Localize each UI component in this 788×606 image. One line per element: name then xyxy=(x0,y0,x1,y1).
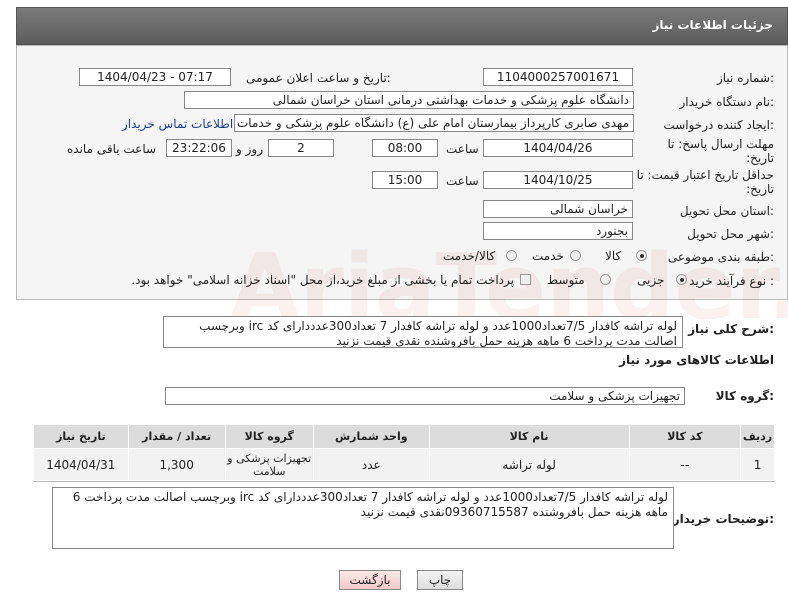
city-field: بجنورد xyxy=(483,222,633,240)
need-number-field: 1104000257001671 xyxy=(483,68,633,86)
category-goods-service-radio[interactable] xyxy=(506,250,517,261)
page-title: جزئیات اطلاعات نیاز xyxy=(652,18,773,32)
cell-group: تجهیزات پزشکی و سلامت xyxy=(224,448,314,481)
th-name: نام کالا xyxy=(428,424,630,449)
purchase-medium-radio[interactable] xyxy=(600,274,611,285)
city-label: شهر محل تحویل: xyxy=(687,227,774,241)
goods-table-header-row: ردیف کد کالا نام کالا واحد شمارش گروه کا… xyxy=(33,424,775,449)
requester-label: ایجاد کننده درخواست: xyxy=(663,118,774,132)
cell-code: -- xyxy=(628,448,742,481)
deadline-label: مهلت ارسال پاسخ: تا تاریخ: xyxy=(667,137,774,165)
th-date: تاریخ نیاز xyxy=(33,424,129,449)
goods-group-label: گروه کالا: xyxy=(715,389,774,403)
description-textarea[interactable]: لوله تراشه کافدار 7/5تعداد1000عدد و لوله… xyxy=(163,316,683,348)
cell-row: 1 xyxy=(740,448,775,481)
validity-label: حداقل تاریخ اعتبار قیمت: تا تاریخ: xyxy=(636,168,774,196)
goods-table: ردیف کد کالا نام کالا واحد شمارش گروه کا… xyxy=(33,424,775,481)
description-label: شرح کلی نیاز: xyxy=(688,322,774,336)
purchase-type-label: نوع فرآیند خرید : xyxy=(689,274,774,288)
th-unit: واحد شمارش xyxy=(312,424,430,449)
announce-label: تاریخ و ساعت اعلان عمومی: xyxy=(246,71,391,85)
th-code: کد کالا xyxy=(628,424,742,449)
deadline-time-label: ساعت xyxy=(446,142,479,156)
announce-field: 1404/04/23 - 07:17 xyxy=(79,68,231,86)
days-label: روز و xyxy=(236,142,263,156)
validity-date-field: 1404/10/25 xyxy=(483,171,633,189)
province-label: استان محل تحویل: xyxy=(679,204,774,218)
deadline-time-field: 08:00 xyxy=(372,139,438,157)
category-service-radio[interactable] xyxy=(570,250,581,261)
need-number-label: شماره نیاز: xyxy=(716,71,774,85)
province-field: خراسان شمالی xyxy=(483,200,633,218)
buyer-notes-label: توضیحات خریدار: xyxy=(672,512,774,526)
th-group: گروه کالا xyxy=(224,424,314,449)
category-label: طبقه بندی موضوعی: xyxy=(667,250,774,264)
requester-field: مهدی صابری کارپرداز بیمارستان امام علی (… xyxy=(234,114,634,132)
deadline-date-field: 1404/04/26 xyxy=(483,139,633,157)
treasury-payment-checkbox[interactable] xyxy=(520,274,531,285)
days-field: 2 xyxy=(268,139,334,157)
page-header: جزئیات اطلاعات نیاز xyxy=(16,7,788,45)
remaining-label: ساعت باقی مانده xyxy=(67,142,157,156)
cell-name: لوله تراشه xyxy=(428,448,630,481)
treasury-payment-note: پرداخت تمام یا بخشی از مبلغ خرید،از محل … xyxy=(131,273,514,287)
back-button[interactable]: بازگشت xyxy=(339,570,401,590)
purchase-partial-radio[interactable] xyxy=(676,274,687,285)
table-row: 1 -- لوله تراشه عدد تجهیزات پزشکی و سلام… xyxy=(33,448,775,481)
th-quantity: تعداد / مقدار xyxy=(127,424,226,449)
cell-quantity: 1,300 xyxy=(127,448,226,481)
th-row: ردیف xyxy=(740,424,775,449)
purchase-medium-label: متوسط xyxy=(547,273,585,287)
category-goods-label: کالا xyxy=(605,249,622,263)
buyer-notes-textarea[interactable]: لوله تراشه کافدار 7/5تعداد1000عدد و لوله… xyxy=(52,487,674,549)
purchase-partial-label: جزیی xyxy=(637,273,665,287)
category-goods-radio[interactable] xyxy=(636,250,647,261)
category-goods-service-label: کالا/خدمت xyxy=(443,249,496,263)
validity-time-field: 15:00 xyxy=(372,171,438,189)
goods-group-field: تجهیزات پزشکی و سلامت xyxy=(165,387,685,405)
validity-time-label: ساعت xyxy=(446,174,479,188)
remaining-time-field: 23:22:06 xyxy=(166,139,232,157)
cell-date: 1404/04/31 xyxy=(33,448,129,481)
print-button[interactable]: چاپ xyxy=(417,570,463,590)
category-service-label: خدمت xyxy=(532,249,564,263)
cell-unit: عدد xyxy=(312,448,430,481)
buyer-org-field: دانشگاه علوم پزشکی و خدمات بهداشتی درمان… xyxy=(184,91,634,109)
buyer-org-label: نام دستگاه خریدار: xyxy=(679,95,775,109)
contact-buyer-link[interactable]: اطلاعات تماس خریدار xyxy=(122,117,233,131)
goods-info-title: اطلاعات کالاهای مورد نیاز xyxy=(619,353,774,367)
